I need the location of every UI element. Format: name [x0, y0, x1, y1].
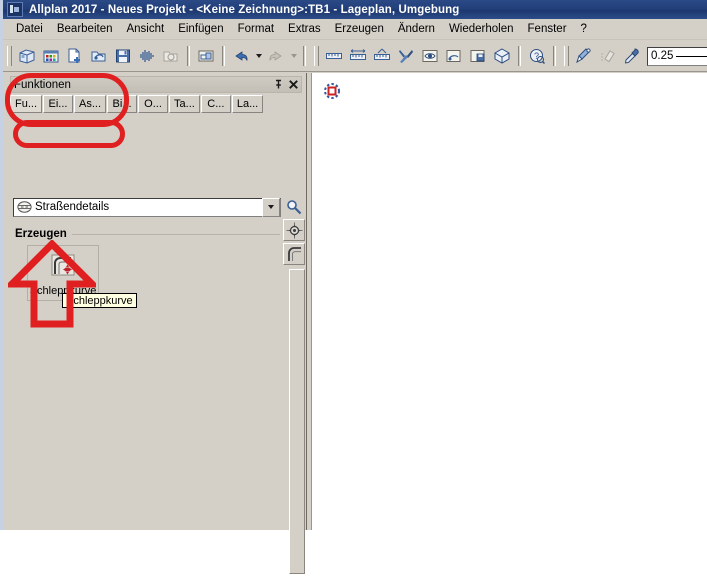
menu-item-help[interactable]: ? — [574, 21, 594, 37]
pin-icon[interactable] — [271, 77, 286, 92]
eyedropper-icon[interactable] — [620, 44, 644, 68]
toolbar-grip[interactable] — [7, 46, 12, 66]
menu-item-wiederholen[interactable]: Wiederholen — [442, 21, 521, 37]
toolbar-separator — [303, 46, 306, 66]
menu-item-extras[interactable]: Extras — [281, 21, 328, 37]
line-width-combo[interactable]: 0.25 — [647, 47, 707, 66]
measure-distance-icon[interactable] — [346, 44, 370, 68]
group-header-erzeugen: Erzeugen — [15, 226, 280, 242]
palette-tab-o[interactable]: O... — [138, 95, 168, 113]
eraser-icon[interactable] — [596, 44, 620, 68]
category-combo[interactable]: Straßendetails — [13, 198, 281, 217]
eye-visibility-icon[interactable] — [418, 44, 442, 68]
allplan-app-icon — [7, 2, 23, 17]
menu-item-ansicht[interactable]: Ansicht — [119, 21, 171, 37]
new-document-icon[interactable] — [63, 44, 87, 68]
redo-dropdown-arrow[interactable] — [288, 45, 299, 67]
category-value: Straßendetails — [35, 201, 262, 213]
menu-item-datei[interactable]: Datei — [9, 21, 50, 37]
measure-length-icon[interactable] — [322, 44, 346, 68]
category-chevron-down-icon[interactable] — [262, 198, 280, 217]
palette-tab-c[interactable]: C... — [201, 95, 231, 113]
snap-settings-icon[interactable] — [283, 219, 305, 241]
schleppkurve-icon — [48, 252, 78, 280]
toolbar-separator — [222, 46, 225, 66]
toolbar-grip[interactable] — [564, 46, 569, 66]
palette-tab-ei[interactable]: Ei... — [43, 95, 73, 113]
layer-copy-icon[interactable] — [442, 44, 466, 68]
road-details-icon — [17, 201, 32, 213]
palette-title: Funktionen — [11, 79, 271, 91]
menu-item-fenster[interactable]: Fenster — [521, 21, 574, 37]
palette-tab-ta[interactable]: Ta... — [169, 95, 200, 113]
menu-bar: Datei Bearbeiten Ansicht Einfügen Format… — [3, 19, 707, 40]
main-toolbar: ? — [3, 41, 707, 72]
origin-point-marker — [322, 81, 342, 101]
menu-item-format[interactable]: Format — [231, 21, 281, 37]
open-document-icon[interactable] — [87, 44, 111, 68]
drawing-canvas[interactable] — [311, 73, 707, 530]
title-bar: Allplan 2017 - Neues Projekt - <Keine Ze… — [3, 0, 707, 19]
tooltip-schleppkurve: Schleppkurve — [62, 293, 137, 308]
3d-box-icon[interactable] — [490, 44, 514, 68]
group-header-label: Erzeugen — [15, 228, 67, 240]
palette-tab-la[interactable]: La... — [232, 95, 263, 113]
toolbar-grip[interactable] — [314, 46, 319, 66]
palette-tab-as[interactable]: As... — [74, 95, 106, 113]
toolbar-separator — [187, 46, 190, 66]
palette-tab-funktionen[interactable]: Fu... — [10, 95, 42, 113]
palette-title-bar: Funktionen — [10, 76, 302, 93]
tools-icon[interactable] — [394, 44, 418, 68]
menu-item-aendern[interactable]: Ändern — [391, 21, 442, 37]
line-width-preview — [676, 56, 707, 57]
save-icon[interactable] — [111, 44, 135, 68]
palette-category-row: Straßendetails — [13, 197, 306, 217]
window-title: Allplan 2017 - Neues Projekt - <Keine Ze… — [29, 4, 459, 16]
group-header-rule — [72, 234, 280, 235]
sound-wave-icon[interactable] — [135, 44, 159, 68]
application-window: Allplan 2017 - Neues Projekt - <Keine Ze… — [0, 0, 707, 530]
palette-tab-bi[interactable]: Bi... — [107, 95, 137, 113]
measure-angle-icon[interactable] — [370, 44, 394, 68]
menu-item-erzeugen[interactable]: Erzeugen — [328, 21, 391, 37]
menu-item-einfuegen[interactable]: Einfügen — [171, 21, 230, 37]
svg-text:?: ? — [534, 51, 539, 61]
curve-tool-icon[interactable] — [283, 243, 305, 265]
functions-palette: Funktionen Fu... Ei... As... Bi... O... … — [6, 73, 306, 530]
copy-window-icon[interactable] — [194, 44, 218, 68]
line-width-value: 0.25 — [648, 50, 673, 62]
brush-format-icon[interactable] — [572, 44, 596, 68]
palette-side-rail[interactable] — [289, 269, 305, 574]
undo-icon[interactable] — [229, 44, 253, 68]
layer-manager-icon[interactable] — [39, 44, 63, 68]
toolbar-separator — [553, 46, 556, 66]
close-icon[interactable] — [286, 77, 301, 92]
redo-icon[interactable] — [264, 44, 288, 68]
menu-item-bearbeiten[interactable]: Bearbeiten — [50, 21, 120, 37]
save-view-icon[interactable] — [466, 44, 490, 68]
preview-icon[interactable] — [159, 44, 183, 68]
magnifier-icon[interactable] — [284, 197, 305, 217]
help-icon[interactable]: ? — [525, 44, 549, 68]
project-open-icon[interactable] — [15, 44, 39, 68]
palette-tab-bar: Fu... Ei... As... Bi... O... Ta... C... … — [10, 94, 302, 113]
toolbar-separator — [518, 46, 521, 66]
undo-dropdown-arrow[interactable] — [253, 45, 264, 67]
